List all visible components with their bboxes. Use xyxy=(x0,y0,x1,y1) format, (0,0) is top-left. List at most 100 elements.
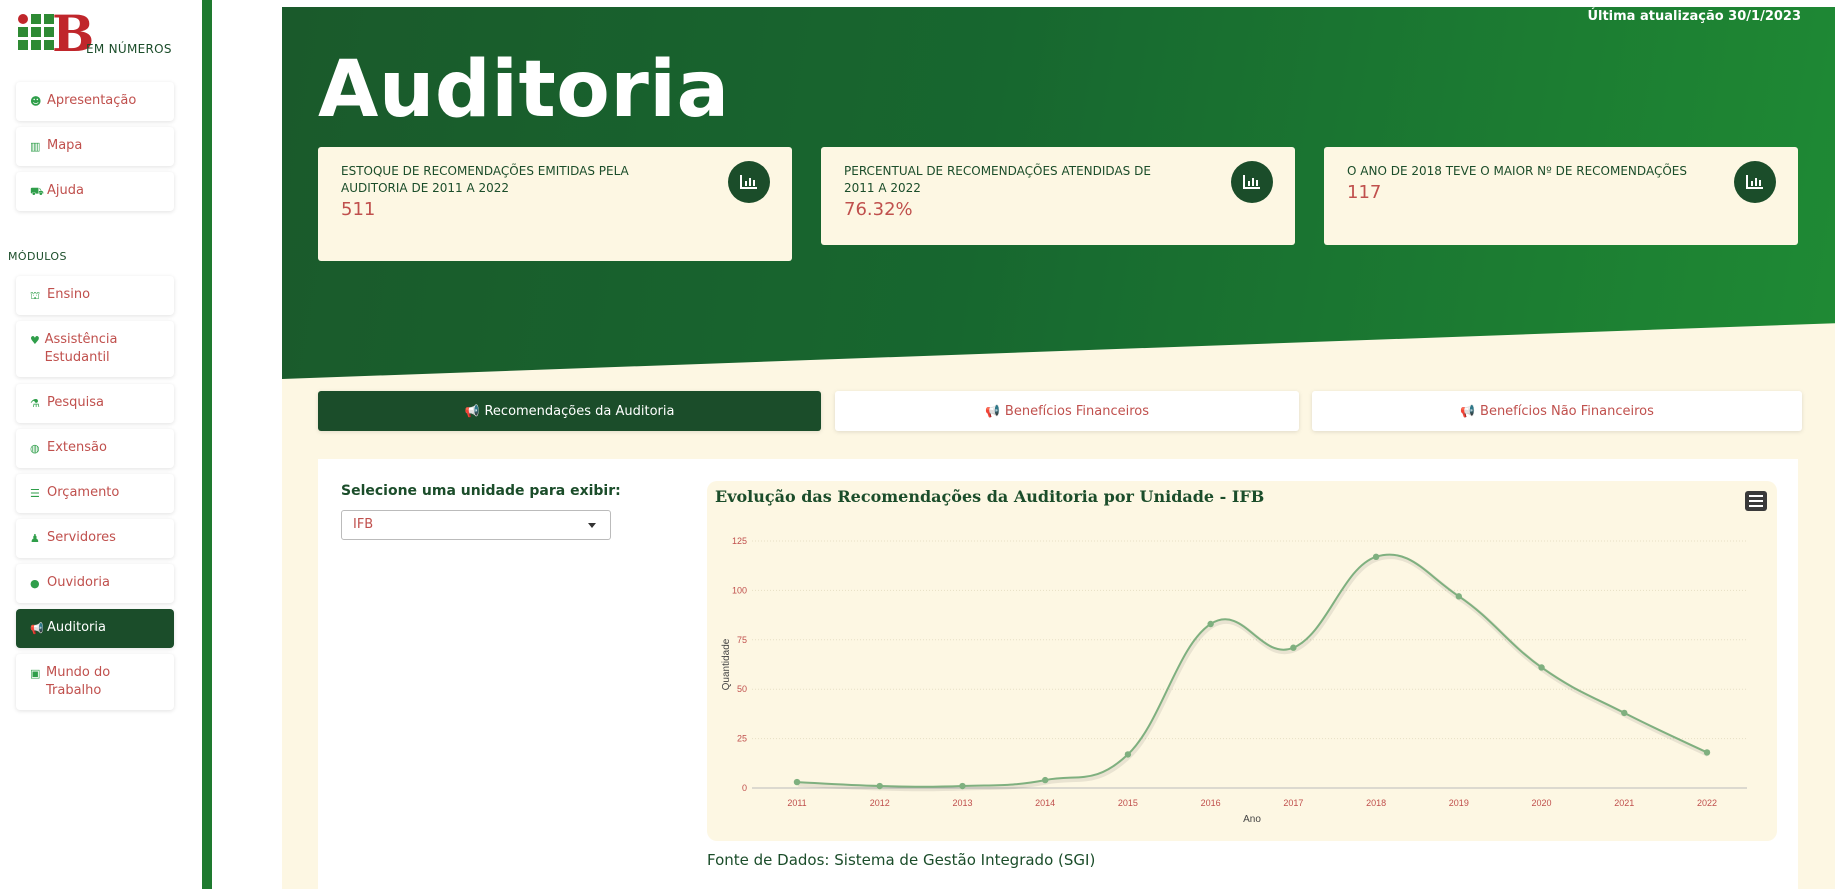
line-chart: 0 25 50 75 100 125 2011 2012 2013 2014 2015 2016 201… xyxy=(721,536,1747,825)
y-axis-title: Quantidade xyxy=(721,638,732,690)
sidebar-item-assistência[interactable]: ♥ Assistência Estudantil xyxy=(16,321,174,377)
comment-icon: ● xyxy=(30,577,40,590)
x-tick-label: 2019 xyxy=(1449,798,1469,808)
heart-icon: ♥ xyxy=(30,334,40,347)
data-point-2011 xyxy=(793,778,801,786)
sidebar: B EM NÚMEROS ☻ Apresentação ▥ Mapa ⛟ Ajuda MÓ… xyxy=(0,0,202,889)
sidebar-item-apresentação[interactable]: ☻ Apresentação xyxy=(16,82,174,121)
x-tick-label: 2016 xyxy=(1201,798,1221,808)
sidebar-item-label: Assistência Estudantil xyxy=(44,332,118,365)
data-point-2022 xyxy=(1703,749,1711,756)
x-tick-label: 2018 xyxy=(1366,798,1386,808)
data-point-2017 xyxy=(1290,644,1297,651)
kpi-card-max-year: O ANO DE 2018 TEVE O MAIOR Nº DE RECOMEN… xyxy=(1324,147,1798,245)
kpi-value: 511 xyxy=(341,199,376,220)
sidebar-item-label: Pesquisa xyxy=(47,395,104,410)
kpi-label: PERCENTUAL DE RECOMENDAÇÕES ATENDIDAS DE… xyxy=(844,164,1151,195)
x-tick-label: 2015 xyxy=(1118,798,1138,808)
chart-container: 0 25 50 75 100 125 2011 2012 2013 2014 2015 2016 201… xyxy=(707,481,1777,841)
tab-label: Benefícios Não Financeiros xyxy=(1480,403,1654,419)
bullhorn-icon: 📢 xyxy=(1460,404,1476,418)
tab-label: Recomendações da Auditoria xyxy=(484,403,675,419)
x-axis-title: Ano xyxy=(1243,814,1261,825)
x-tick-label: 2014 xyxy=(1035,798,1055,808)
x-tick-label: 2021 xyxy=(1614,798,1634,808)
sidebar-item-ajuda[interactable]: ⛟ Ajuda xyxy=(16,172,174,211)
y-tick-label: 25 xyxy=(737,734,747,744)
last-update: Última atualização 30/1/2023 xyxy=(1587,9,1801,24)
briefcase-icon: ▣ xyxy=(30,667,41,680)
kpi-value: 76.32% xyxy=(844,199,913,220)
caret-down-icon xyxy=(588,523,596,528)
sidebar-item-mundo[interactable]: ▣ Mundo do Trabalho xyxy=(16,654,174,710)
smile-icon: ☻ xyxy=(30,95,42,108)
sidebar-item-ensino[interactable]: ⛫ Ensino xyxy=(16,276,174,315)
unit-select[interactable]: IFB xyxy=(341,510,611,540)
sidebar-item-pesquisa[interactable]: ⚗ Pesquisa xyxy=(16,384,174,423)
sidebar-item-label: Auditoria xyxy=(47,620,106,635)
bar-chart-icon xyxy=(1734,161,1776,203)
truck-icon: ⛟ xyxy=(30,185,44,198)
bullhorn-icon: 📢 xyxy=(30,622,44,635)
bullhorn-icon: 📢 xyxy=(984,404,1000,418)
data-point-2013 xyxy=(959,782,966,790)
page-title: Auditoria xyxy=(318,45,730,135)
tab-beneficios-nao-financeiros[interactable]: 📢 Benefícios Não Financeiros xyxy=(1312,391,1802,431)
kpi-label: ESTOQUE DE RECOMENDAÇÕES EMITIDAS PELA A… xyxy=(341,164,629,195)
logo[interactable]: B EM NÚMEROS xyxy=(18,4,188,63)
y-tick-label: 100 xyxy=(732,585,747,595)
y-tick-label: 0 xyxy=(742,783,747,793)
bullhorn-icon: 📢 xyxy=(464,404,480,418)
kpi-value: 117 xyxy=(1347,182,1382,203)
series-line xyxy=(796,553,1708,788)
chart-panel: Selecione uma unidade para exibir: IFB 0… xyxy=(318,459,1798,889)
data-point-2015 xyxy=(1124,751,1132,758)
x-tick-label: 2012 xyxy=(870,798,890,808)
tab-beneficios-financeiros[interactable]: 📢 Benefícios Financeiros xyxy=(835,391,1299,431)
tab-recomendacoes[interactable]: 📢 Recomendações da Auditoria xyxy=(318,391,821,431)
graduation-cap-icon: ⛫ xyxy=(30,289,41,302)
sidebar-item-label: Ouvidoria xyxy=(47,575,110,590)
sidebar-item-servidores[interactable]: ♟ Servidores xyxy=(16,519,174,558)
data-point-2014 xyxy=(1041,776,1049,784)
sidebar-item-label: Ensino xyxy=(47,287,91,302)
sidebar-item-extensão[interactable]: ◍ Extensão xyxy=(16,429,174,468)
series-line-shadow xyxy=(797,554,1710,792)
bar-chart-icon xyxy=(728,161,770,203)
sidebar-item-label: Apresentação xyxy=(47,93,137,108)
user-icon: ♟ xyxy=(30,532,40,545)
sidebar-item-mapa[interactable]: ▥ Mapa xyxy=(16,127,174,166)
sidebar-item-label: Mundo do Trabalho xyxy=(45,665,111,698)
main-content: Última atualização 30/1/2023 Auditoria E… xyxy=(282,7,1835,889)
data-point-2012 xyxy=(876,782,883,790)
unit-select-value: IFB xyxy=(353,517,374,532)
sidebar-item-label: Ajuda xyxy=(47,183,84,198)
sidebar-item-ouvidoria[interactable]: ● Ouvidoria xyxy=(16,564,174,603)
data-point-2019 xyxy=(1455,593,1463,600)
kpi-label: O ANO DE 2018 TEVE O MAIOR Nº DE RECOMEN… xyxy=(1347,164,1687,178)
sidebar-item-label: Orçamento xyxy=(47,485,120,500)
y-tick-label: 75 xyxy=(737,635,747,645)
barcode-icon: ▥ xyxy=(30,140,41,153)
sidebar-item-orçamento[interactable]: ☰ Orçamento xyxy=(16,474,174,513)
sidebar-item-label: Servidores xyxy=(47,530,116,545)
kpi-card-stock: ESTOQUE DE RECOMENDAÇÕES EMITIDAS PELA A… xyxy=(318,147,792,261)
x-tick-label: 2020 xyxy=(1532,798,1552,808)
logo-text: EM NÚMEROS xyxy=(86,42,172,56)
microscope-icon: ⚗ xyxy=(30,397,40,410)
sidebar-item-label: Extensão xyxy=(47,440,107,455)
x-tick-label: 2022 xyxy=(1697,798,1717,808)
y-tick-label: 125 xyxy=(732,536,747,546)
globe-icon: ◍ xyxy=(30,442,40,455)
sidebar-item-auditoria[interactable]: 📢 Auditoria xyxy=(16,609,174,648)
tab-label: Benefícios Financeiros xyxy=(1004,403,1150,419)
chart-menu-icon[interactable] xyxy=(1745,491,1767,511)
sidebar-item-label: Mapa xyxy=(47,138,83,153)
chart-title: Evolução das Recomendações da Auditoria … xyxy=(715,487,1265,506)
data-point-2020 xyxy=(1538,664,1545,671)
data-point-2018 xyxy=(1372,553,1380,561)
x-tick-label: 2013 xyxy=(952,798,972,808)
modules-heading: MÓDULOS xyxy=(8,250,67,263)
sidebar-border xyxy=(202,0,212,889)
y-tick-label: 50 xyxy=(737,684,747,694)
